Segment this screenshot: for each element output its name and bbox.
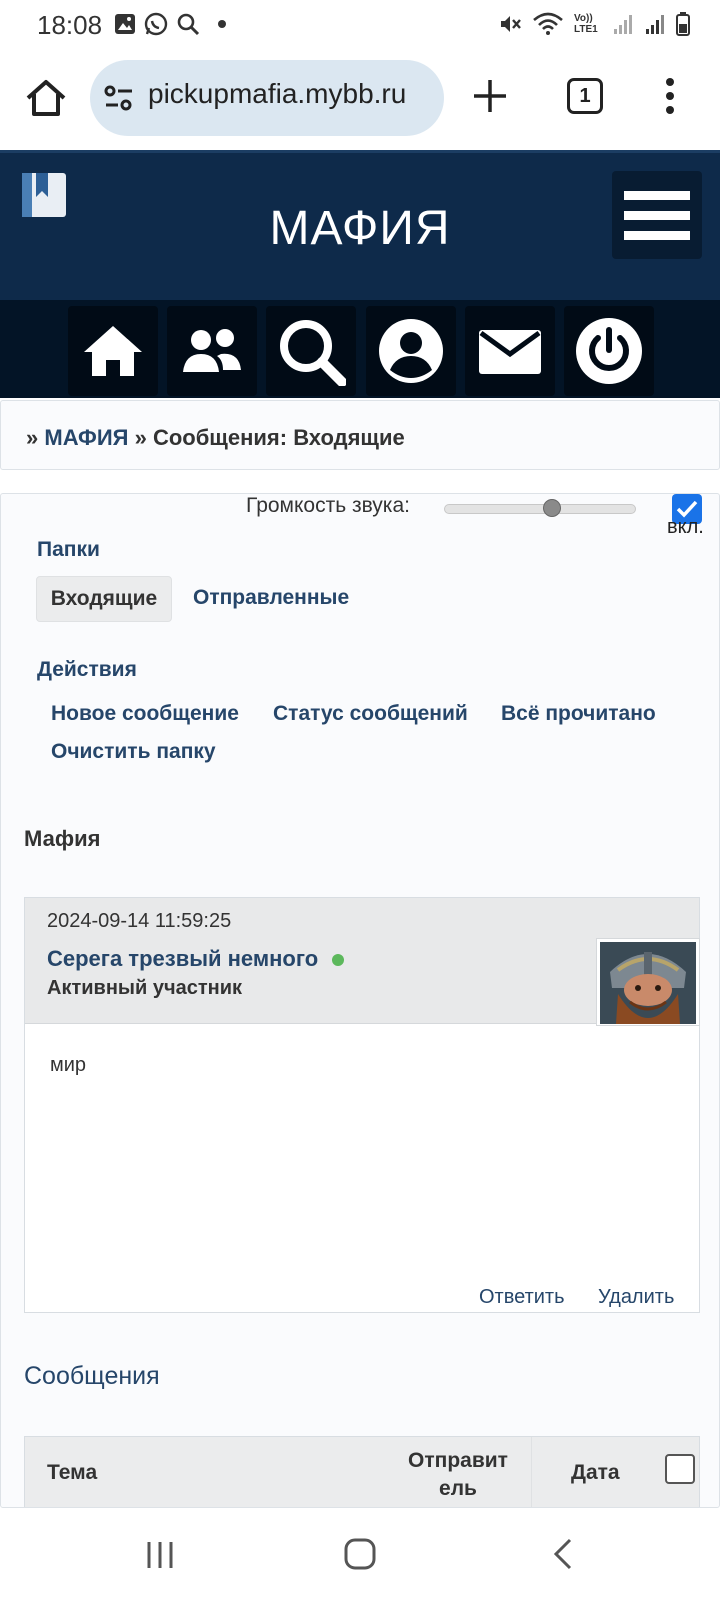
folders-title: Папки (37, 538, 100, 561)
forum-nav (0, 300, 720, 398)
folder-name: Мафия (24, 826, 101, 851)
site-settings-icon[interactable] (104, 84, 134, 112)
users-icon (183, 329, 241, 372)
nav-home-button[interactable] (68, 306, 158, 396)
more-menu-icon[interactable] (664, 76, 676, 116)
messages-table-header: Тема Отправит ель Дата (24, 1436, 700, 1507)
wifi-icon (533, 12, 563, 35)
col-sender[interactable]: Отправит ель (408, 1447, 508, 1503)
hamburger-menu-button[interactable] (612, 171, 702, 259)
folder-inbox-tab[interactable]: Входящие (36, 576, 172, 622)
delete-link[interactable]: Удалить (598, 1286, 674, 1309)
avatar[interactable] (596, 938, 700, 1026)
new-tab-icon[interactable] (470, 76, 510, 116)
mark-all-read-link[interactable]: Всё прочитано (501, 702, 656, 726)
nav-users-button[interactable] (167, 306, 257, 396)
mute-icon (501, 16, 521, 32)
col-topic[interactable]: Тема (47, 1461, 97, 1485)
folder-sent-tab[interactable]: Отправленные (193, 586, 349, 610)
message-date: 2024-09-14 11:59:25 (47, 910, 232, 932)
clear-folder-link[interactable]: Очистить папку (51, 740, 216, 764)
message-author-link[interactable]: Серега трезвый немного (47, 946, 318, 971)
recent-apps-icon[interactable] (146, 1540, 174, 1570)
status-right-icons: Vo)) LTE1 (498, 12, 690, 36)
col-sender-line1: Отправит (408, 1449, 508, 1472)
mail-icon (479, 330, 541, 374)
volume-label: Громкость звука: (246, 494, 410, 517)
message-card: 2024-09-14 11:59:25 Серега трезвый немно… (24, 897, 700, 1313)
profile-icon (379, 319, 443, 383)
message-header: 2024-09-14 11:59:25 Серега трезвый немно… (25, 898, 700, 1026)
image-icon (115, 14, 135, 34)
nav-search-button[interactable] (266, 306, 356, 396)
avatar-image (600, 942, 696, 1024)
back-icon[interactable] (552, 1538, 574, 1570)
system-nav-bar (0, 1510, 720, 1600)
new-message-link[interactable]: Новое сообщение (51, 702, 239, 726)
search-icon (177, 13, 200, 36)
nav-logout-button[interactable] (564, 306, 654, 396)
message-body: мир (50, 1054, 87, 1076)
status-left-icons (114, 12, 232, 36)
dot-icon (218, 20, 226, 28)
home-nav-icon[interactable] (344, 1538, 376, 1570)
volte-label: Vo)) LTE1 (574, 13, 598, 35)
home-icon (84, 326, 142, 376)
volume-slider[interactable] (444, 499, 636, 517)
col-divider (531, 1437, 532, 1507)
signal-icon (614, 15, 632, 34)
breadcrumb-sep: » (134, 425, 147, 450)
breadcrumb-root-link[interactable]: МАФИЯ (44, 425, 128, 450)
search-icon (280, 320, 346, 386)
sound-checkbox-label: вкл. (667, 516, 704, 538)
message-status-link[interactable]: Статус сообщений (273, 702, 468, 726)
status-time: 18:08 (37, 10, 103, 40)
breadcrumb-current: Сообщения: Входящие (152, 425, 405, 450)
select-all-checkbox[interactable] (665, 1454, 695, 1484)
reply-link[interactable]: Ответить (479, 1286, 565, 1309)
power-icon (576, 318, 642, 384)
url-text: pickupmafia.mybb.ru (148, 78, 407, 109)
tab-switcher-button[interactable]: 1 (567, 78, 603, 114)
col-date[interactable]: Дата (571, 1461, 620, 1485)
signal-icon-2 (646, 15, 664, 34)
address-bar[interactable]: pickupmafia.mybb.ru (90, 60, 444, 136)
breadcrumb: » МАФИЯ » Сообщения: Входящие (0, 400, 720, 470)
messages-section-title: Сообщения (24, 1362, 160, 1390)
col-sender-line2: ель (439, 1477, 477, 1500)
status-bar: 18:08 Vo)) LTE1 (0, 0, 720, 52)
home-icon[interactable] (24, 76, 68, 120)
pm-panel: Громкость звука: вкл. Папки Входящие Отп… (0, 493, 720, 1508)
message-author-role: Активный участник (47, 977, 243, 999)
nav-profile-button[interactable] (366, 306, 456, 396)
forum-header: МАФИЯ (0, 150, 720, 300)
battery-icon (676, 12, 690, 36)
actions-title: Действия (37, 658, 137, 681)
online-status-dot (332, 954, 345, 967)
browser-toolbar: pickupmafia.mybb.ru 1 (0, 52, 720, 148)
volume-slider-thumb[interactable] (543, 499, 561, 517)
nav-messages-button[interactable] (465, 306, 555, 396)
whatsapp-icon (144, 12, 168, 36)
breadcrumb-sep: » (26, 425, 39, 450)
